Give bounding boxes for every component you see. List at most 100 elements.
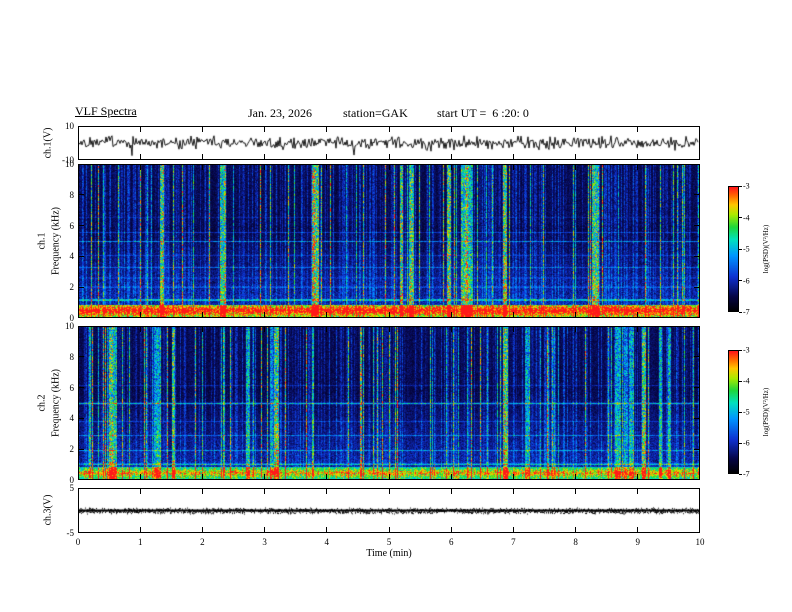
tick-label: 8 [573,537,578,547]
tick-mark [201,489,203,494]
tick-mark [512,327,514,332]
tick-label: -7 [743,469,750,479]
tick-mark [694,225,699,227]
tick-mark [264,527,266,532]
tick-mark [388,127,390,132]
tick-mark [201,474,203,479]
tick-label: -3 [743,181,750,191]
tick-mark [326,327,328,332]
tick-mark [450,165,452,170]
tick-mark [512,527,514,532]
tick-mark [575,312,577,317]
x-axis-title: Time (min) [366,548,412,559]
tick-mark [512,489,514,494]
tick-mark [739,280,742,281]
tick-label: 0 [75,537,81,547]
tick-mark [575,165,577,170]
tick-mark [139,327,141,332]
tick-label: 4 [69,251,75,262]
tick-mark [79,417,84,419]
tick-mark [450,154,452,159]
tick-mark [637,312,639,317]
tick-mark [739,349,742,351]
tick-label: 6 [69,220,75,231]
tick-label: 10 [65,321,74,331]
tick-label: 8 [69,351,75,362]
tick-mark [79,387,84,389]
tick-label: 6 [69,382,75,393]
tick-mark [264,165,266,170]
tick-label: 9 [635,537,641,547]
tick-mark [450,312,452,317]
tick-label: 5 [386,537,392,547]
tick-mark [388,312,390,317]
tick-mark [388,165,390,170]
tick-mark [512,312,514,317]
tick-label: 8 [69,189,75,200]
tick-mark [694,255,699,257]
tick-mark [201,127,203,132]
tick-mark [694,194,699,196]
ch2-channel-label: ch.2 [36,394,48,412]
tick-mark [739,248,742,250]
ch2-spectrogram-canvas [79,327,699,479]
tick-label: -4 [743,376,750,386]
colorbar-ch2-label: log(PSD)(V²/Hz) [762,387,770,437]
tick-label: -5 [66,528,75,538]
tick-mark [388,327,390,332]
tick-mark [575,327,577,332]
tick-mark [79,225,84,227]
tick-mark [739,185,742,187]
tick-label: -5 [743,244,750,254]
ch3-voltage-ylabel: ch.3(V) [42,494,54,526]
tick-mark [201,312,203,317]
tick-mark [450,327,452,332]
tick-mark [388,527,390,532]
tick-mark [637,127,639,132]
tick-mark [450,527,452,532]
tick-mark [139,474,141,479]
tick-mark [739,442,742,444]
colorbar-ch2 [728,350,739,474]
ch1-frequency-ylabel: Frequency (kHz) [50,206,62,276]
plot-station: station=GAK [343,106,408,120]
tick-mark [326,527,328,532]
tick-mark [264,474,266,479]
tick-mark [575,474,577,479]
tick-label: 1 [137,537,143,547]
tick-mark [637,474,639,479]
tick-mark [739,473,742,475]
tick-mark [512,474,514,479]
tick-mark [694,387,699,389]
tick-label: 3 [262,537,267,547]
plot-date: Jan. 23, 2026 [248,106,312,120]
tick-mark [326,474,328,479]
tick-mark [326,127,328,132]
tick-mark [739,411,742,413]
tick-mark [739,217,742,218]
tick-mark [694,286,699,288]
tick-mark [450,474,452,479]
plot-title: VLF Spectra [75,104,137,118]
tick-mark [694,356,699,358]
tick-mark [388,154,390,159]
tick-mark [637,527,639,532]
plot-start-ut: start UT = 6 :20: 0 [437,106,529,120]
tick-mark [637,154,639,159]
tick-label: 10 [65,121,74,131]
tick-mark [326,489,328,494]
ch1-spectrogram-panel [78,164,700,318]
tick-label: 4 [324,537,330,547]
tick-mark [139,165,141,170]
tick-mark [139,154,141,159]
colorbar-ch2-canvas [729,351,738,473]
tick-label: -4 [743,213,750,222]
tick-mark [694,417,699,419]
colorbar-ch1-label: log(PSD)(V²/Hz) [762,224,770,274]
tick-label: 4 [69,413,75,424]
ch2-spectrogram-panel [78,326,700,480]
tick-mark [201,527,203,532]
tick-label: 5 [69,483,75,493]
tick-mark [264,312,266,317]
tick-mark [79,448,84,450]
